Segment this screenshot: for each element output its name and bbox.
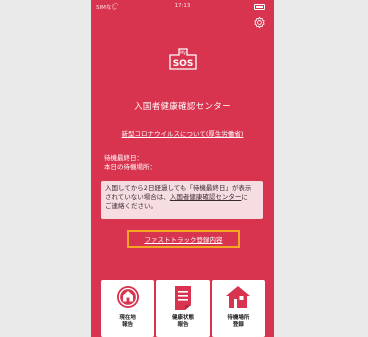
battery-icon bbox=[254, 4, 265, 10]
fasttrack-highlight[interactable]: ファストトラック登録内容 bbox=[127, 230, 240, 248]
notice-box: 入国してから2日経過しても「待機最終日」が表示 されていない場合は、入国者健康確… bbox=[101, 181, 263, 219]
logo-sos-text: SOS bbox=[173, 59, 194, 69]
clock: 17:13 bbox=[174, 3, 191, 9]
covid-info-link[interactable]: 新型コロナウイルスについて(厚生労働省) bbox=[91, 128, 274, 138]
notice-line-1: 入国してから2日経過しても「待機最終日」が表示 bbox=[105, 184, 252, 192]
quarantine-info: 待機最終日： 本日の待機場所： bbox=[104, 154, 156, 172]
health-center-link[interactable]: 入国者健康確認センター bbox=[170, 193, 242, 201]
fasttrack-link[interactable]: ファストトラック登録内容 bbox=[145, 234, 223, 244]
app-screen: SIMなし ◠ 17:13 My SOS 入国者健康確認センター 新型コロナウイ… bbox=[91, 0, 274, 337]
status-bar: SIMなし ◠ 17:13 bbox=[91, 2, 274, 12]
place-label: 本日の待機場所： bbox=[104, 163, 156, 171]
notice-line-2-post: に bbox=[241, 193, 248, 201]
quarantine-place-label: 待機場所 登録 bbox=[227, 315, 250, 328]
health-report-label: 健康状態 報告 bbox=[171, 315, 194, 328]
health-report-icon bbox=[174, 286, 191, 310]
mysos-logo: My SOS bbox=[169, 48, 197, 70]
logo-my-text: My bbox=[180, 50, 186, 55]
settings-gear-icon[interactable] bbox=[253, 16, 266, 29]
action-tiles: 現在地 報告 健康状態 報告 待機場所 登録 bbox=[101, 280, 265, 337]
location-icon bbox=[116, 286, 139, 308]
location-report-label: 現在地 報告 bbox=[119, 315, 136, 328]
health-report-button[interactable]: 健康状態 報告 bbox=[156, 280, 210, 337]
house-icon bbox=[226, 286, 251, 308]
notice-line-2: されていない場合は、入国者健康確認センターに bbox=[105, 193, 259, 202]
location-report-button[interactable]: 現在地 報告 bbox=[101, 280, 155, 337]
notice-line-2-pre: されていない場合は、 bbox=[105, 193, 170, 201]
notice-line-3: ご連絡ください。 bbox=[105, 202, 157, 210]
center-title: 入国者健康確認センター bbox=[134, 102, 231, 112]
quarantine-place-button[interactable]: 待機場所 登録 bbox=[211, 280, 265, 337]
last-day-label: 待機最終日： bbox=[104, 154, 143, 162]
